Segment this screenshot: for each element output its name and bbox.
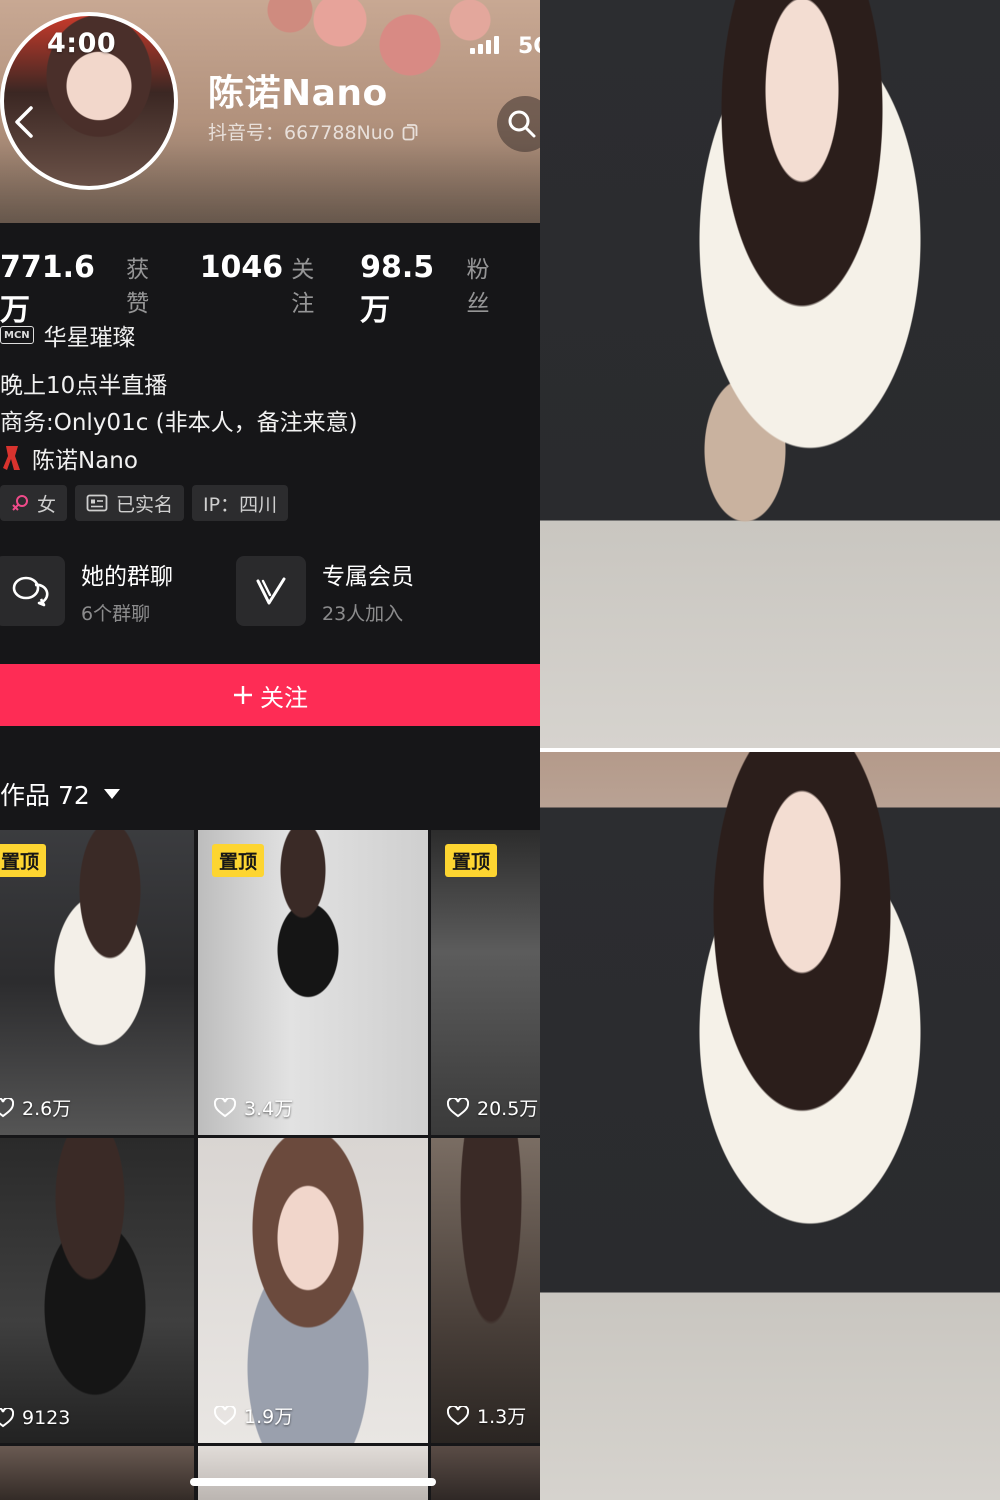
preview-photo-bottom (540, 752, 1000, 1500)
heart-icon (447, 1405, 469, 1425)
verified-tag: 已实名 (75, 485, 185, 521)
like-count-value: 1.3万 (477, 1406, 527, 1428)
status-time: 4:00 (47, 28, 117, 59)
douyin-id: 抖音号：667788Nuo (208, 122, 395, 144)
like-count-value: 3.4万 (244, 1098, 294, 1120)
profile-panel: 4:00 5G 陈诺Nano 抖音号：667788Nuo 771.6万 获赞 1… (0, 0, 540, 1500)
like-count: 2.6万 (0, 1094, 71, 1121)
heart-icon (0, 1408, 14, 1428)
works-label: 作品 72 (0, 781, 90, 810)
stat-followers-label: 粉丝 (466, 257, 490, 317)
video-tile[interactable] (198, 1446, 428, 1500)
scarf-icon (3, 446, 20, 470)
like-count: 1.9万 (214, 1402, 293, 1429)
like-count: 1.3万 (447, 1402, 526, 1429)
ip-tag: IP：四川 (192, 485, 289, 521)
heart-icon (214, 1097, 236, 1117)
video-tile[interactable]: 置顶 2.6万 (0, 830, 194, 1135)
home-indicator[interactable] (190, 1478, 436, 1486)
mcn-row[interactable]: MCN 华星璀璨 (0, 318, 136, 352)
group-chat-title: 她的群聊 (81, 563, 173, 590)
stat-following-label: 关注 (291, 257, 315, 317)
back-button[interactable] (6, 102, 42, 142)
linked-account[interactable]: 陈诺Nano (0, 441, 138, 475)
like-count: 3.4万 (214, 1094, 293, 1121)
like-count: 20.5万 (447, 1094, 538, 1121)
id-card-icon (86, 494, 108, 512)
video-tile[interactable] (0, 1446, 194, 1500)
pinned-badge: 置顶 (0, 844, 47, 877)
heart-icon (447, 1097, 469, 1117)
heart-icon (0, 1097, 14, 1117)
membership-icon-box (236, 556, 306, 626)
group-chat-entry[interactable]: 她的群聊 6个群聊 (0, 556, 173, 626)
like-count-value: 2.6万 (22, 1098, 72, 1120)
pinned-badge: 置顶 (212, 844, 265, 877)
stat-followers-value: 98.5万 (360, 250, 435, 328)
chat-bubble-icon (12, 576, 49, 607)
mcn-badge: MCN (0, 326, 34, 344)
like-count-value: 9123 (22, 1407, 71, 1429)
follow-label: 关注 (260, 683, 308, 712)
stat-following[interactable]: 1046 关注 (200, 250, 330, 318)
linked-account-name: 陈诺Nano (32, 448, 138, 474)
video-tile[interactable]: 9123 (0, 1138, 194, 1443)
gender-tag: 女 (0, 485, 68, 521)
caret-down-icon (103, 789, 120, 799)
female-icon (12, 495, 28, 511)
membership-text: 专属会员 23人加入 (322, 557, 414, 626)
pinned-badge: 置顶 (445, 844, 498, 877)
search-icon (508, 110, 536, 138)
ip-label: IP：四川 (203, 493, 278, 516)
video-tile[interactable]: 1.3万 (431, 1138, 540, 1443)
bio-line-2: 商务:Only01c (非本人，备注来意) (0, 410, 358, 436)
handle-row: 抖音号：667788Nuo (208, 118, 418, 145)
video-tile[interactable]: 置顶 20.5万 (431, 830, 540, 1135)
group-chat-icon-box (0, 556, 65, 626)
copy-icon[interactable] (402, 123, 418, 141)
follow-button[interactable]: 关注 (0, 664, 540, 726)
like-count: 9123 (0, 1407, 70, 1429)
verified-label: 已实名 (116, 493, 174, 516)
membership-entry[interactable]: 专属会员 23人加入 (236, 556, 414, 626)
profile-name: 陈诺Nano (208, 73, 388, 114)
video-tile[interactable] (431, 1446, 540, 1500)
video-tile[interactable]: 置顶 3.4万 (198, 830, 428, 1135)
preview-photo-top (540, 0, 1000, 748)
signal-icon (470, 36, 499, 54)
group-chat-text: 她的群聊 6个群聊 (81, 557, 173, 626)
group-chat-sub: 6个群聊 (81, 602, 151, 625)
membership-sub: 23人加入 (322, 602, 404, 625)
stat-followers[interactable]: 98.5万 粉丝 (360, 250, 510, 329)
stat-likes-label: 获赞 (126, 257, 150, 317)
like-count-value: 20.5万 (477, 1098, 539, 1120)
profile-tags: 女 已实名 IP：四川 (0, 485, 289, 521)
works-tab[interactable]: 作品 72 (0, 776, 120, 812)
gender-label: 女 (37, 493, 57, 516)
membership-title: 专属会员 (322, 563, 414, 590)
v-badge-icon (256, 577, 286, 605)
like-count-value: 1.9万 (244, 1406, 294, 1428)
mcn-name: 华星璀璨 (43, 325, 136, 351)
heart-icon (214, 1405, 236, 1425)
plus-icon (234, 686, 252, 704)
stat-following-value: 1046 (199, 250, 284, 285)
bio-line-1: 晚上10点半直播 (0, 373, 168, 399)
chevron-left-icon (15, 106, 33, 138)
network-label: 5G (518, 34, 540, 59)
video-tile[interactable]: 1.9万 (198, 1138, 428, 1443)
